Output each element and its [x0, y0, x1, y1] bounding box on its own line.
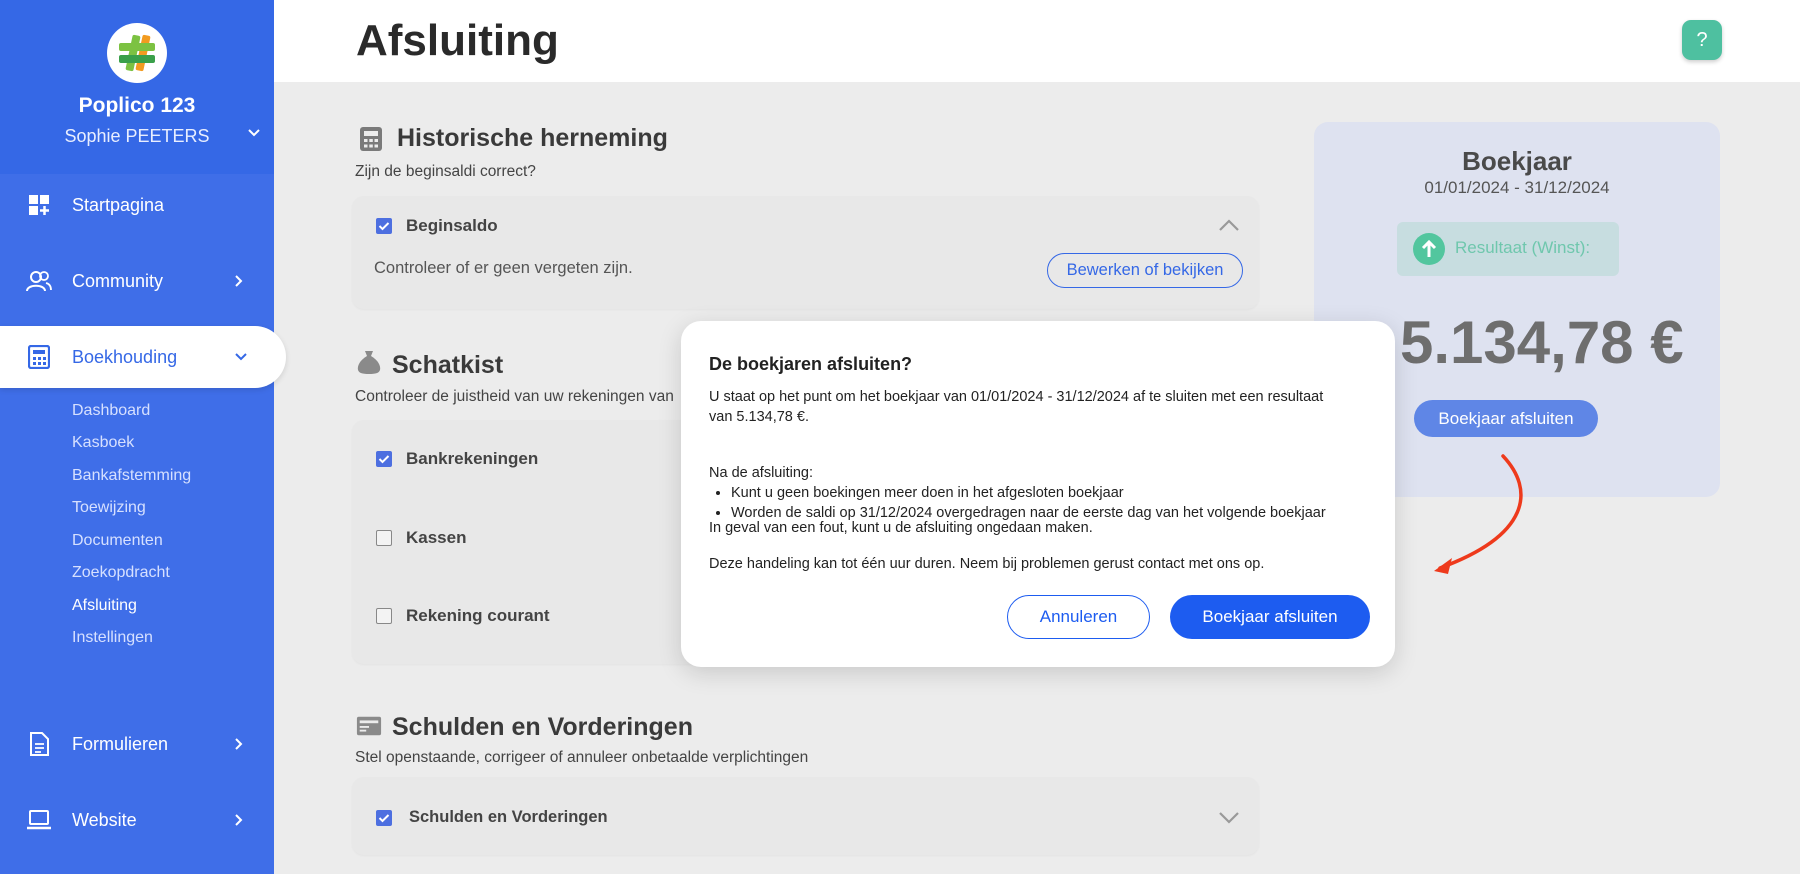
invoice-icon	[356, 716, 382, 736]
annotation-arrow-icon	[1434, 454, 1523, 574]
sidebar: Poplico 123 Sophie PEETERS Startpagina C…	[0, 0, 286, 874]
dialog-intro: U staat op het punt om het boekjaar van …	[709, 389, 1324, 425]
result-badge: Resultaat (Winst):	[1397, 222, 1619, 276]
help-button[interactable]: ?	[1682, 20, 1722, 60]
kassen-checkbox[interactable]	[376, 530, 392, 546]
section-subtitle-schulden: Stel openstaande, corrigeer of annuleer …	[355, 749, 809, 766]
sub-item-kasboek[interactable]: Kasboek	[72, 434, 134, 452]
chevron-right-icon	[235, 814, 243, 826]
nav-label: Boekhouding	[72, 346, 178, 367]
nav-item-startpagina[interactable]: Startpagina	[0, 174, 274, 236]
dialog-after-section: Na de afsluiting: Kunt u geen boekingen …	[709, 463, 1369, 523]
boekjaar-title: Boekjaar	[1462, 146, 1572, 176]
section-subtitle-schatkist: Controleer de juistheid van uw rekeninge…	[355, 388, 674, 405]
rekening-courant-checkbox[interactable]	[376, 608, 392, 624]
section-subtitle-historische: Zijn de beginsaldi correct?	[355, 163, 536, 180]
result-label: Resultaat (Winst):	[1455, 238, 1591, 257]
arrow-up-icon	[1413, 233, 1445, 265]
chevron-down-icon[interactable]	[247, 128, 261, 138]
rekening-courant-label: Rekening courant	[406, 606, 550, 625]
dialog-undo-note: In geval van een fout, kunt u de afsluit…	[709, 520, 1093, 536]
beginsaldo-label: Beginsaldo	[406, 216, 498, 235]
laptop-icon	[26, 807, 52, 833]
chevron-right-icon	[235, 275, 243, 287]
nav-item-community[interactable]: Community	[0, 250, 274, 312]
boekjaar-range: 01/01/2024 - 31/12/2024	[1424, 178, 1610, 197]
dialog-duration-note: Deze handeling kan tot één uur duren. Ne…	[709, 556, 1265, 572]
sub-item-instellingen[interactable]: Instellingen	[72, 629, 153, 647]
schulden-checkbox[interactable]	[376, 810, 392, 826]
calculator-icon	[360, 127, 382, 151]
sub-item-afsluiting[interactable]: Afsluiting	[72, 597, 137, 615]
sub-item-dashboard[interactable]: Dashboard	[72, 402, 150, 420]
card-schulden: Schulden en Vorderingen	[352, 777, 1259, 855]
section-title-historische: Historische herneming	[397, 124, 668, 152]
nav-item-website[interactable]: Website	[0, 789, 274, 851]
nav-label: Startpagina	[72, 194, 165, 215]
top-bar: Afsluiting ?	[274, 0, 1800, 82]
nav-item-boekhouding[interactable]: Boekhouding	[0, 326, 286, 388]
chevron-up-icon[interactable]	[1218, 218, 1240, 232]
dialog-after-item: Kunt u geen boekingen meer doen in het a…	[731, 483, 1369, 503]
card-beginsaldo: Beginsaldo Controleer of er geen vergete…	[352, 196, 1259, 309]
calculator-icon	[26, 344, 52, 370]
section-title-schatkist: Schatkist	[392, 351, 504, 379]
nav-label: Formulieren	[72, 733, 169, 754]
beginsaldo-description: Controleer of er geen vergeten zijn.	[374, 259, 633, 277]
result-amount: 5.134,78 €	[1400, 309, 1684, 376]
edit-view-button[interactable]: Bewerken of bekijken	[1047, 253, 1243, 288]
sub-item-documenten[interactable]: Documenten	[72, 532, 163, 550]
nav-item-formulieren[interactable]: Formulieren	[0, 713, 274, 775]
sub-item-zoekopdracht[interactable]: Zoekopdracht	[72, 564, 170, 582]
dashboard-icon	[26, 192, 52, 218]
bankrekeningen-label: Bankrekeningen	[406, 449, 539, 468]
cancel-button[interactable]: Annuleren	[1007, 595, 1150, 639]
chevron-down-icon[interactable]	[1218, 811, 1240, 825]
chevron-down-icon	[235, 353, 247, 361]
sub-item-toewijzing[interactable]: Toewijzing	[72, 499, 146, 517]
page-title: Afsluiting	[356, 16, 559, 65]
users-icon	[26, 268, 52, 294]
organization-name: Poplico 123	[78, 94, 196, 117]
schulden-label: Schulden en Vorderingen	[409, 808, 608, 826]
chevron-right-icon	[235, 738, 243, 750]
kassen-label: Kassen	[406, 528, 467, 547]
logo-icon	[107, 23, 167, 83]
beginsaldo-checkbox[interactable]	[376, 218, 392, 234]
confirm-close-dialog: De boekjaren afsluiten? U staat op het p…	[681, 321, 1395, 667]
nav-label: Community	[72, 270, 164, 291]
document-icon	[26, 731, 52, 757]
bankrekeningen-checkbox[interactable]	[376, 451, 392, 467]
confirm-close-button[interactable]: Boekjaar afsluiten	[1170, 595, 1370, 639]
section-title-schulden: Schulden en Vorderingen	[392, 713, 693, 741]
sub-item-bankafstemming[interactable]: Bankafstemming	[72, 467, 191, 485]
nav-label: Website	[72, 809, 137, 830]
close-fiscal-year-button[interactable]: Boekjaar afsluiten	[1414, 400, 1598, 437]
dialog-title: De boekjaren afsluiten?	[709, 354, 913, 374]
sidebar-header: Poplico 123 Sophie PEETERS	[0, 0, 274, 174]
user-name[interactable]: Sophie PEETERS	[0, 126, 274, 147]
dialog-after-heading: Na de afsluiting:	[709, 465, 813, 481]
money-bag-icon	[357, 351, 381, 374]
